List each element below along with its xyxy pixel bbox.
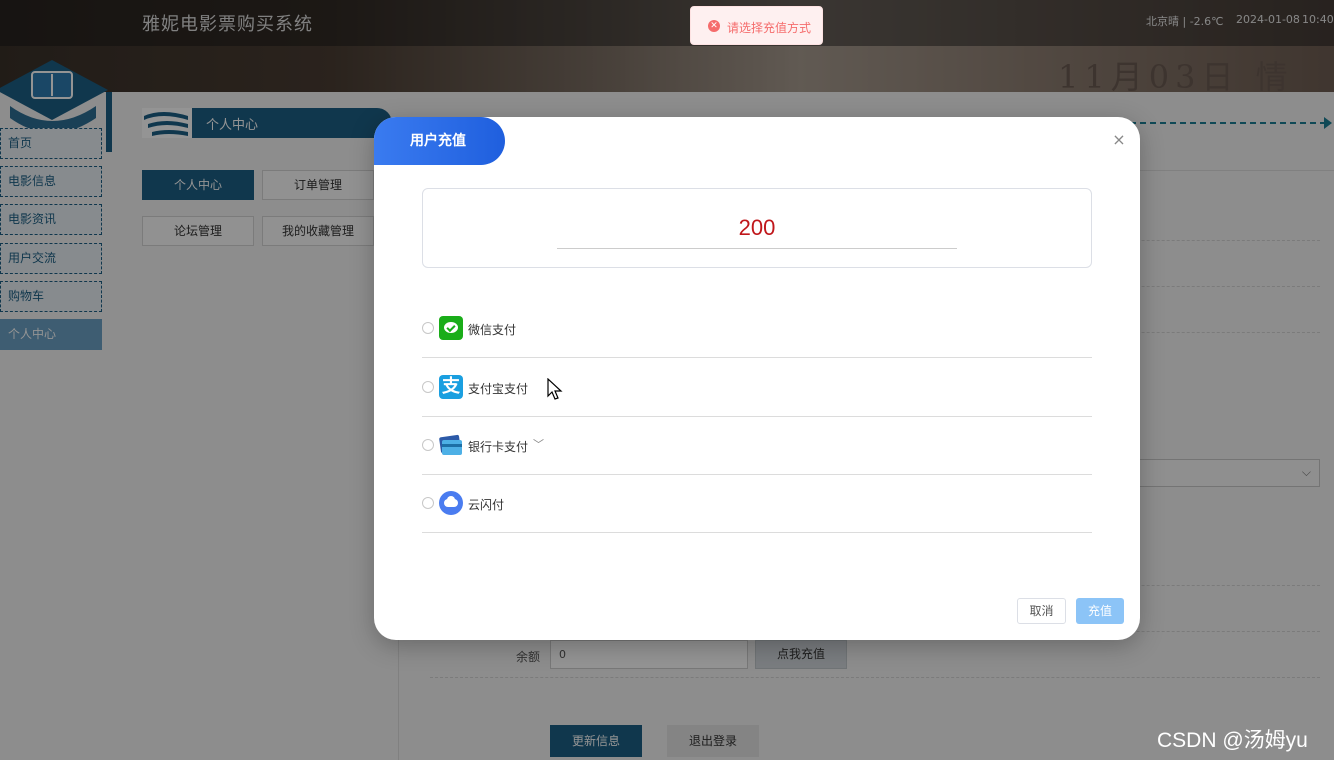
payment-option-alipay[interactable]: 支 支付宝支付 (422, 359, 1092, 417)
cancel-button[interactable]: 取消 (1017, 598, 1066, 624)
radio-button[interactable] (422, 381, 434, 393)
payment-option-bank-card[interactable]: 银行卡支付 ﹀ (422, 417, 1092, 475)
dialog-title: 用户充值 (374, 117, 505, 165)
error-circle-icon: ✕ (708, 20, 720, 32)
recharge-dialog: 用户充值 × 200 微信支付 支 支付宝支付 银行卡支付 ﹀ 云闪付 取消 充… (374, 117, 1140, 640)
amount-input[interactable]: 200 (557, 209, 957, 249)
radio-button[interactable] (422, 322, 434, 334)
wechat-pay-icon (439, 316, 463, 340)
payment-option-wechat[interactable]: 微信支付 (422, 300, 1092, 358)
error-toast: ✕ 请选择充值方式 (690, 6, 823, 45)
amount-box: 200 (422, 188, 1092, 268)
cloud-pay-icon (439, 491, 463, 515)
radio-button[interactable] (422, 497, 434, 509)
bank-card-icon (438, 433, 463, 457)
payment-option-cloud-pay[interactable]: 云闪付 (422, 475, 1092, 533)
payment-label: 微信支付 (468, 323, 517, 337)
payment-label: 银行卡支付 (468, 440, 529, 454)
radio-button[interactable] (422, 439, 434, 451)
payment-label: 云闪付 (468, 498, 505, 512)
chevron-down-icon[interactable]: ﹀ (533, 436, 544, 452)
confirm-recharge-button[interactable]: 充值 (1076, 598, 1124, 624)
close-icon[interactable]: × (1110, 131, 1128, 149)
watermark-text: CSDN @汤姆yu (1157, 729, 1308, 752)
mouse-cursor-icon (547, 378, 563, 400)
payment-label: 支付宝支付 (468, 382, 529, 396)
alipay-icon: 支 (439, 375, 463, 399)
toast-message: 请选择充值方式 (727, 21, 812, 35)
